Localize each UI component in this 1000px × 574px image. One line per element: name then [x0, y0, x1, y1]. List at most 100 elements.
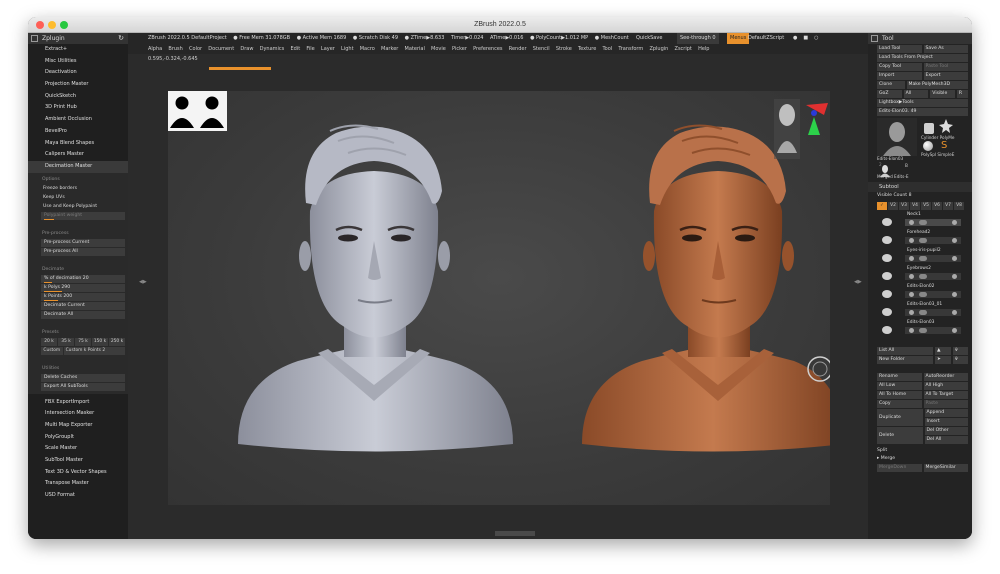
- export-button[interactable]: Export: [923, 72, 968, 80]
- menu-draw[interactable]: Draw: [240, 46, 253, 52]
- subtool-controls[interactable]: [905, 237, 961, 244]
- zplugin-item[interactable]: Misc Utilities: [28, 56, 128, 68]
- eye-icon[interactable]: [952, 238, 957, 243]
- preset-20k-button[interactable]: 20 k: [41, 337, 57, 346]
- preset-75k-button[interactable]: 75 k: [75, 337, 91, 346]
- zplugin-item[interactable]: FBX ExportImport: [28, 397, 128, 409]
- axis-gizmo[interactable]: [774, 99, 828, 159]
- rename-button[interactable]: Rename: [877, 373, 922, 381]
- subtool-item[interactable]: Edits-Elon03: [877, 320, 968, 337]
- zplugin-item[interactable]: Extract+: [28, 44, 128, 56]
- tan-bust-model[interactable]: [582, 124, 844, 452]
- copy-button[interactable]: Copy: [877, 400, 922, 408]
- merge-down-button[interactable]: MergeDown: [877, 464, 922, 472]
- preset-35k-button[interactable]: 35 k: [58, 337, 74, 346]
- delete-caches-button[interactable]: Delete Caches: [41, 373, 125, 382]
- merge-similar-button[interactable]: MergeSimilar: [923, 464, 968, 472]
- paste-tool-button[interactable]: Paste Tool: [923, 63, 968, 71]
- menu-zscript[interactable]: Zscript: [675, 46, 692, 52]
- folder-icon[interactable]: [909, 238, 914, 243]
- tool-thumb-edits-elon03[interactable]: [877, 118, 917, 156]
- import-button[interactable]: Import: [877, 72, 922, 80]
- zplugin-item[interactable]: Maya Blend Shapes: [28, 138, 128, 150]
- keep-uvs-checkbox[interactable]: Keep UVs: [28, 193, 128, 202]
- menu-alpha[interactable]: Alpha: [148, 46, 162, 52]
- pin-icon[interactable]: ↻: [118, 33, 124, 44]
- zplugin-item[interactable]: PolyGroupIt: [28, 432, 128, 444]
- all-button[interactable]: All: [903, 90, 929, 98]
- custom-kpoints-slider[interactable]: Custom k Points 2: [63, 346, 125, 355]
- polysphere-thumb[interactable]: [923, 141, 933, 151]
- menu-light[interactable]: Light: [341, 46, 353, 52]
- menu-marker[interactable]: Marker: [381, 46, 398, 52]
- visibility-set-v2[interactable]: V2: [888, 202, 898, 210]
- menu-texture[interactable]: Texture: [578, 46, 596, 52]
- all-to-target-button[interactable]: All To Target: [923, 391, 968, 399]
- visibility-set-v3[interactable]: V3: [899, 202, 909, 210]
- 3d-viewport[interactable]: [165, 91, 844, 505]
- menu-help[interactable]: Help: [698, 46, 709, 52]
- zplugin-item[interactable]: Deactivation: [28, 67, 128, 79]
- menu-file[interactable]: File: [306, 46, 314, 52]
- folder-icon[interactable]: [909, 310, 914, 315]
- preset-150k-button[interactable]: 150 k: [92, 337, 108, 346]
- goz-button[interactable]: GoZ: [877, 90, 902, 98]
- default-zscript-button[interactable]: DefaultZScript: [748, 33, 784, 44]
- lightbox-tools-button[interactable]: Lightbox▶Tools: [877, 99, 968, 107]
- zplugin-header[interactable]: Zplugin ↻: [28, 33, 128, 44]
- visibility-set-v4[interactable]: V4: [910, 202, 920, 210]
- polyf-toggle-icon[interactable]: [919, 328, 927, 333]
- subtool-item[interactable]: Eyebrows2: [877, 266, 968, 283]
- zoom-window-button[interactable]: [60, 21, 68, 29]
- subtool-controls[interactable]: [905, 219, 961, 226]
- eye-icon[interactable]: [952, 220, 957, 225]
- insert-button[interactable]: Insert: [924, 418, 968, 426]
- see-through-slider[interactable]: See-through 0: [677, 33, 719, 44]
- del-all-button[interactable]: Del All: [924, 436, 968, 444]
- menu-render[interactable]: Render: [509, 46, 527, 52]
- keep-polypaint-checkbox[interactable]: Use and Keep Polypaint: [28, 202, 128, 211]
- load-tool-button[interactable]: Load Tool: [877, 45, 922, 53]
- subtool-controls[interactable]: [905, 309, 961, 316]
- visibility-check-icon[interactable]: ✓: [877, 202, 887, 210]
- merge-section[interactable]: ▸ Merge: [868, 455, 972, 463]
- menu-picker[interactable]: Picker: [452, 46, 467, 52]
- zplugin-item[interactable]: QuickSketch: [28, 91, 128, 103]
- zplugin-item[interactable]: SubTool Master: [28, 455, 128, 467]
- bottom-tray-handle[interactable]: [495, 531, 535, 536]
- custom-button[interactable]: Custom: [41, 346, 63, 355]
- eye-icon[interactable]: [952, 310, 957, 315]
- paste-button[interactable]: Paste: [923, 400, 968, 408]
- tray-toggle-icon[interactable]: [31, 35, 38, 42]
- polyf-toggle-icon[interactable]: [919, 274, 927, 279]
- move-bottom-icon[interactable]: ✞: [952, 356, 968, 364]
- menu-edit[interactable]: Edit: [290, 46, 300, 52]
- zplugin-item[interactable]: Ambient Occlusion: [28, 114, 128, 126]
- polyf-toggle-icon[interactable]: [919, 238, 927, 243]
- subtool-item[interactable]: Neck1: [877, 212, 968, 229]
- right-tray-handle[interactable]: ◀▶: [854, 279, 862, 285]
- zplugin-item[interactable]: 3D Print Hub: [28, 102, 128, 114]
- menu-movie[interactable]: Movie: [431, 46, 446, 52]
- append-button[interactable]: Append: [924, 409, 968, 417]
- close-window-button[interactable]: [36, 21, 44, 29]
- autoreorder-button[interactable]: AutoReorder: [923, 373, 968, 381]
- subtool-item[interactable]: Edits-Elon02: [877, 284, 968, 301]
- decimate-current-button[interactable]: Decimate Current: [41, 301, 125, 310]
- eye-icon[interactable]: [952, 328, 957, 333]
- polyf-toggle-icon[interactable]: [919, 220, 927, 225]
- k-points-slider[interactable]: k Points 200: [41, 292, 125, 301]
- tool-header[interactable]: Tool: [868, 33, 972, 44]
- all-to-home-button[interactable]: All To Home: [877, 391, 922, 399]
- menu-color[interactable]: Color: [189, 46, 202, 52]
- subtool-controls[interactable]: [905, 273, 961, 280]
- subtool-item[interactable]: Forehead2: [877, 230, 968, 247]
- visible-button[interactable]: Visible: [930, 90, 955, 98]
- r-button[interactable]: R: [956, 90, 968, 98]
- grey-bust-model[interactable]: [238, 124, 513, 452]
- menu-material[interactable]: Material: [405, 46, 425, 52]
- visible-count-slider[interactable]: Visible Count 8: [868, 192, 972, 200]
- menu-document[interactable]: Document: [208, 46, 234, 52]
- menu-macro[interactable]: Macro: [360, 46, 375, 52]
- visibility-set-v7[interactable]: V7: [943, 202, 953, 210]
